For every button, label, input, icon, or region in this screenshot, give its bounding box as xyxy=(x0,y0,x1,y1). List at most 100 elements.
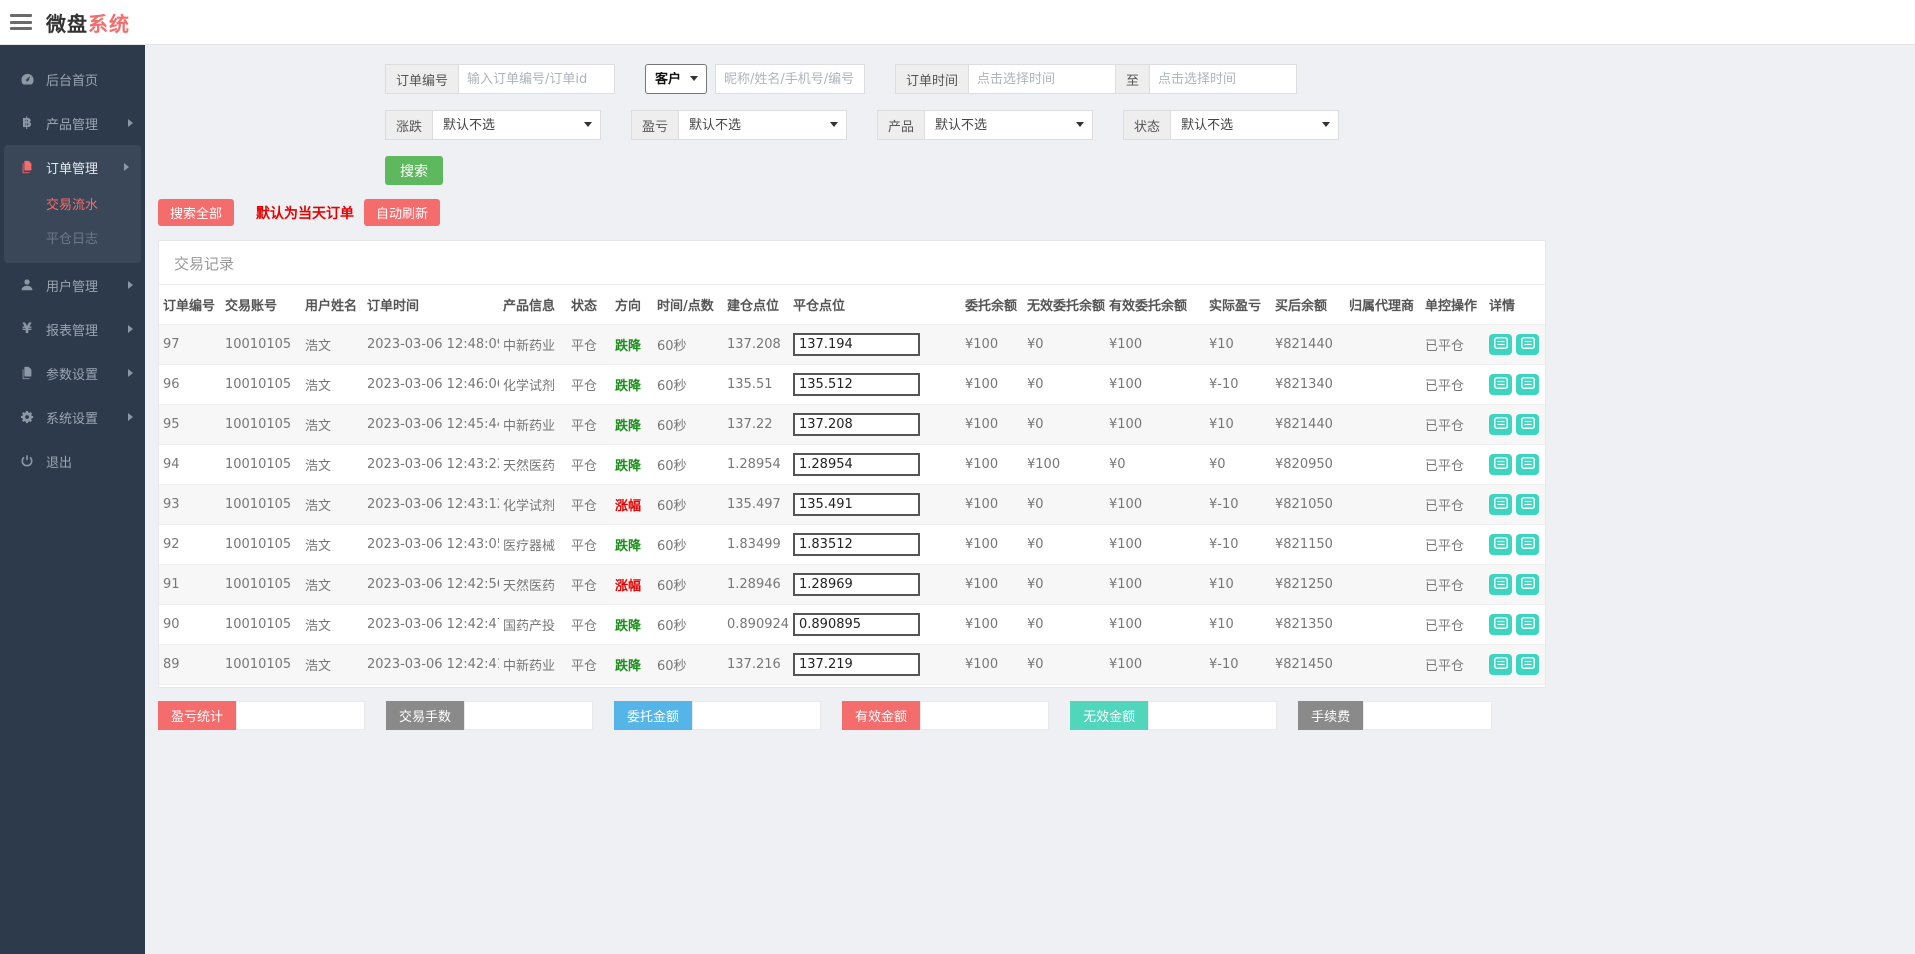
trade-lots-button[interactable]: 交易手数 xyxy=(386,701,464,730)
profit-total-value[interactable] xyxy=(236,701,365,730)
close-point-input[interactable] xyxy=(793,533,920,556)
cell-account: 10010105 xyxy=(221,365,301,405)
close-point-input[interactable] xyxy=(793,413,920,436)
sidebar-item-params[interactable]: 参数设置 xyxy=(0,351,145,395)
cell-detail xyxy=(1485,565,1545,605)
sidebar-item-system[interactable]: 系统设置 xyxy=(0,395,145,439)
sidebar-subitem-close-log[interactable]: 平仓日志 xyxy=(4,223,141,257)
valid-amount-stat: 有效金额 xyxy=(842,701,1049,730)
column-header: 归属代理商 xyxy=(1345,285,1421,325)
list-card-icon xyxy=(1521,457,1535,472)
time-start-input[interactable] xyxy=(968,64,1116,94)
valid-amount-button[interactable]: 有效金额 xyxy=(842,701,920,730)
invalid-amount-button[interactable]: 无效金额 xyxy=(1070,701,1148,730)
close-point-input[interactable] xyxy=(793,373,920,396)
status-select[interactable]: 默认不选 xyxy=(1170,110,1339,140)
customer-input[interactable] xyxy=(715,64,865,94)
cell-product: 天然医药 xyxy=(499,445,567,485)
sidebar-item-logout[interactable]: 退出 xyxy=(0,439,145,483)
sidebar-item-products[interactable]: ฿产品管理 xyxy=(0,101,145,145)
detail-edit-button[interactable] xyxy=(1516,614,1539,635)
customer-type-select[interactable]: 客户 xyxy=(645,64,707,94)
detail-view-button[interactable] xyxy=(1489,494,1512,515)
detail-view-button[interactable] xyxy=(1489,574,1512,595)
close-point-input[interactable] xyxy=(793,573,920,596)
order-no-input[interactable] xyxy=(458,64,615,94)
detail-edit-button[interactable] xyxy=(1516,654,1539,675)
order-time-filter: 订单时间 至 xyxy=(895,64,1297,94)
updown-label: 涨跌 xyxy=(385,110,432,140)
cell-valid-entrust: ¥100 xyxy=(1105,325,1205,365)
invalid-amount-value[interactable] xyxy=(1148,701,1277,730)
detail-view-button[interactable] xyxy=(1489,454,1512,475)
product-select[interactable]: 默认不选 xyxy=(924,110,1093,140)
search-all-button[interactable]: 搜索全部 xyxy=(158,199,234,226)
sidebar-item-home[interactable]: 后台首页 xyxy=(0,57,145,101)
detail-edit-button[interactable] xyxy=(1516,574,1539,595)
sidebar-item-orders[interactable]: 订单管理 xyxy=(4,145,141,189)
column-header: 交易账号 xyxy=(221,285,301,325)
detail-edit-button[interactable] xyxy=(1516,414,1539,435)
detail-edit-button[interactable] xyxy=(1516,494,1539,515)
table-row: 9110010105浩文2023-03-06 12:42:56天然医药平仓涨幅6… xyxy=(159,565,1545,605)
column-header: 订单时间 xyxy=(363,285,499,325)
close-point-input[interactable] xyxy=(793,453,920,476)
cell-open-point: 135.497 xyxy=(723,485,789,525)
cell-open-point: 137.208 xyxy=(723,325,789,365)
detail-view-button[interactable] xyxy=(1489,614,1512,635)
cell-invalid-entrust: ¥0 xyxy=(1023,565,1105,605)
detail-view-button[interactable] xyxy=(1489,374,1512,395)
cell-invalid-entrust: ¥0 xyxy=(1023,525,1105,565)
cell-product: 天然医药 xyxy=(499,565,567,605)
valid-amount-value[interactable] xyxy=(920,701,1049,730)
cell-direction: 跌降 xyxy=(611,525,653,565)
trade-lots-value[interactable] xyxy=(464,701,593,730)
updown-select[interactable]: 默认不选 xyxy=(432,110,601,140)
app-title-red: 系统 xyxy=(88,12,130,36)
cell-actual-profit: ¥-10 xyxy=(1205,365,1271,405)
column-header: 产品信息 xyxy=(499,285,567,325)
cell-open-point: 1.28946 xyxy=(723,565,789,605)
cell-actual-profit: ¥10 xyxy=(1205,325,1271,365)
cell-invalid-entrust: ¥0 xyxy=(1023,645,1105,685)
column-header: 时间/点数 xyxy=(653,285,723,325)
sidebar-item-users[interactable]: 用户管理 xyxy=(0,263,145,307)
close-point-input[interactable] xyxy=(793,653,920,676)
detail-edit-button[interactable] xyxy=(1516,334,1539,355)
time-end-input[interactable] xyxy=(1149,64,1297,94)
detail-edit-button[interactable] xyxy=(1516,374,1539,395)
column-header: 状态 xyxy=(567,285,611,325)
profitloss-select[interactable]: 默认不选 xyxy=(678,110,847,140)
detail-edit-button[interactable] xyxy=(1516,534,1539,555)
profit-total-stat: 盈亏统计 xyxy=(158,701,365,730)
hamburger-menu-icon[interactable] xyxy=(10,14,32,30)
list-card-icon xyxy=(1521,657,1535,672)
sidebar-item-reports[interactable]: ¥报表管理 xyxy=(0,307,145,351)
cell-account: 10010105 xyxy=(221,645,301,685)
entrust-amount-button[interactable]: 委托金额 xyxy=(614,701,692,730)
fee-stat: 手续费 xyxy=(1298,701,1492,730)
cell-valid-entrust: ¥100 xyxy=(1105,605,1205,645)
close-point-input[interactable] xyxy=(793,493,920,516)
cell-actual-profit: ¥10 xyxy=(1205,565,1271,605)
detail-edit-button[interactable] xyxy=(1516,454,1539,475)
close-point-input[interactable] xyxy=(793,333,920,356)
sidebar-subitem-trade-flow[interactable]: 交易流水 xyxy=(4,189,141,223)
close-point-input[interactable] xyxy=(793,613,920,636)
cell-close-point xyxy=(789,365,961,405)
list-card-icon xyxy=(1494,417,1508,432)
power-icon xyxy=(16,454,38,468)
detail-view-button[interactable] xyxy=(1489,414,1512,435)
auto-refresh-button[interactable]: 自动刷新 xyxy=(364,199,440,226)
entrust-amount-value[interactable] xyxy=(692,701,821,730)
cell-account: 10010105 xyxy=(221,565,301,605)
fee-button[interactable]: 手续费 xyxy=(1298,701,1363,730)
detail-view-button[interactable] xyxy=(1489,534,1512,555)
cell-period: 60秒 xyxy=(653,485,723,525)
cell-detail xyxy=(1485,325,1545,365)
fee-value[interactable] xyxy=(1363,701,1492,730)
detail-view-button[interactable] xyxy=(1489,654,1512,675)
profit-total-button[interactable]: 盈亏统计 xyxy=(158,701,236,730)
search-button[interactable]: 搜索 xyxy=(385,156,443,185)
detail-view-button[interactable] xyxy=(1489,334,1512,355)
